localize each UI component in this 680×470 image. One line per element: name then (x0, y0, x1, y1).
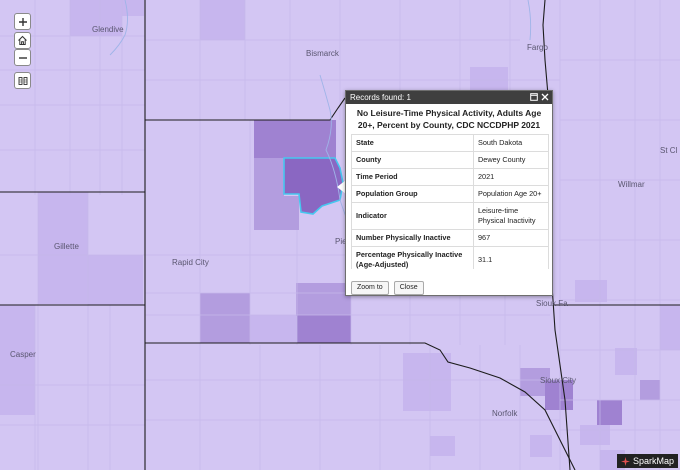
zoom-to-button[interactable]: Zoom to (351, 281, 389, 295)
field-label: Population Group (351, 185, 474, 203)
city-label-sioux-city: Sioux City (540, 376, 577, 385)
field-value: South Dakota (473, 134, 549, 152)
city-label-rapid-city: Rapid City (172, 258, 209, 267)
zoom-in-button[interactable] (14, 13, 31, 30)
popup-close-button[interactable] (541, 93, 549, 101)
city-label-glendive: Glendive (92, 25, 124, 34)
minus-icon (18, 56, 27, 59)
city-label-sioux-falls: Sioux Fa (536, 299, 568, 308)
city-label-norfolk: Norfolk (492, 409, 518, 418)
table-row: County Dewey County (351, 151, 549, 169)
field-value: Leisure-time Physical Inactivity (473, 202, 549, 230)
city-label-casper: Casper (10, 350, 36, 359)
table-row: Population Group Population Age 20+ (351, 185, 549, 203)
field-label: Number Physically Inactive (351, 229, 474, 247)
close-button[interactable]: Close (393, 281, 424, 295)
popup-actions: Zoom to Close (351, 281, 424, 295)
zoom-out-button[interactable] (14, 49, 31, 66)
field-value: Population Age 20+ (473, 185, 549, 203)
table-row: State South Dakota (351, 134, 549, 152)
home-button[interactable] (14, 32, 31, 49)
maximize-button[interactable] (530, 93, 538, 101)
city-label-st-cloud: St Cl (660, 146, 678, 155)
sparkmap-logo[interactable]: SparkMap (616, 454, 678, 468)
table-row: Percentage Physically Inactive (Age-Adju… (351, 246, 549, 269)
city-label-fargo: Fargo (527, 43, 548, 52)
layers-button[interactable] (14, 72, 31, 89)
field-label: Time Period (351, 168, 474, 186)
record-table: State South Dakota County Dewey County Tim… (351, 134, 549, 269)
field-label: County (351, 151, 474, 169)
table-row: Number Physically Inactive 967 (351, 229, 549, 247)
popup-title: No Leisure-Time Physical Activity, Adult… (356, 108, 542, 130)
field-label: State (351, 134, 474, 152)
table-row: Indicator Leisure-time Physical Inactivit… (351, 202, 549, 230)
field-value: Dewey County (473, 151, 549, 169)
close-icon (541, 93, 549, 101)
maximize-icon (530, 93, 538, 101)
plus-icon (18, 17, 27, 26)
brand-name: SparkMap (632, 456, 674, 466)
spark-icon (620, 456, 630, 466)
info-popup: Records found: 1 No Leisure-Time Physica… (345, 90, 553, 296)
field-value: 2021 (473, 168, 549, 186)
city-label-gillette: Gillette (54, 242, 79, 251)
field-label: Indicator (351, 202, 474, 230)
city-label-willmar: Willmar (618, 180, 645, 189)
records-found-label: Records found: 1 (350, 93, 411, 102)
popup-header: Records found: 1 (346, 91, 552, 104)
popup-content-scroll[interactable]: State South Dakota County Dewey County Tim… (351, 134, 549, 269)
field-label: Percentage Physically Inactive (Age-Adju… (351, 246, 474, 269)
table-row: Time Period 2021 (351, 168, 549, 186)
layers-icon (18, 76, 27, 85)
home-icon (18, 35, 27, 45)
field-value: 31.1 (473, 246, 549, 269)
choropleth-map[interactable] (0, 0, 680, 470)
field-value: 967 (473, 229, 549, 247)
city-label-bismarck: Bismarck (306, 49, 339, 58)
